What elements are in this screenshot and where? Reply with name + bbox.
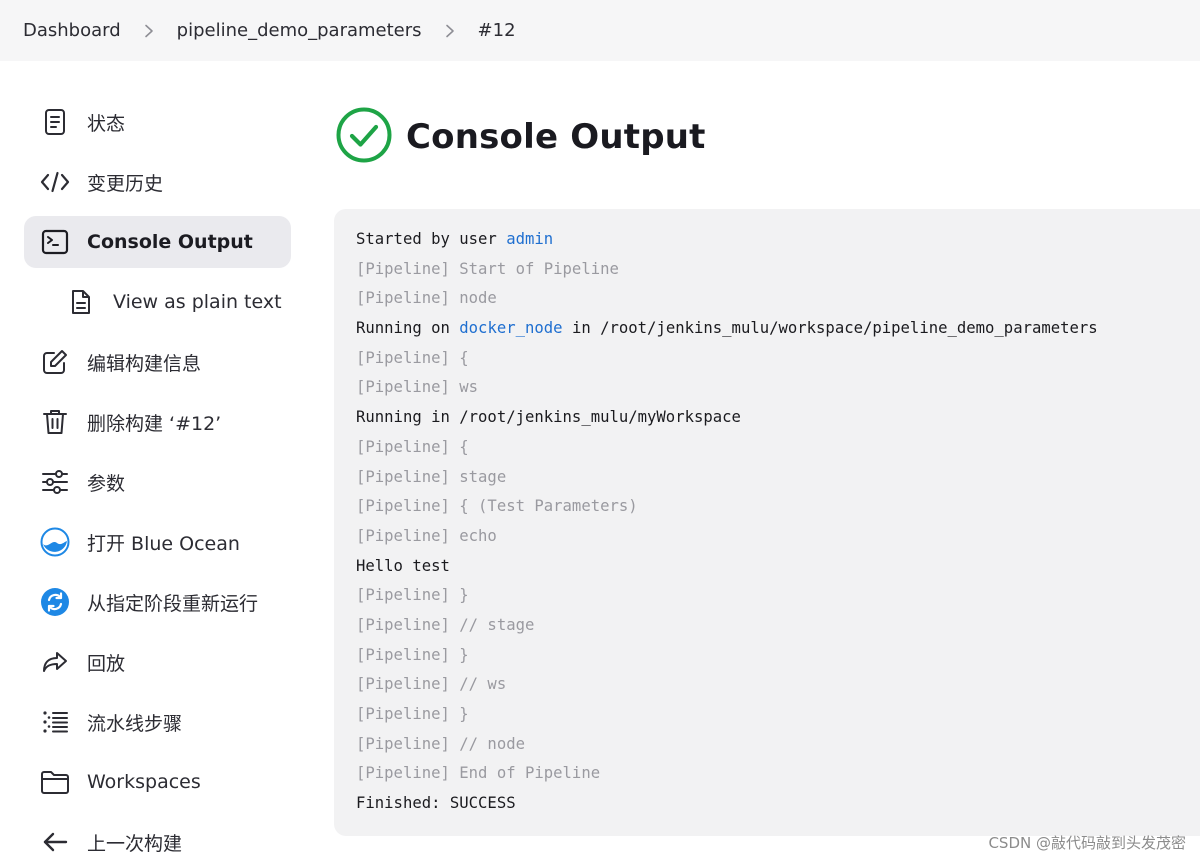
replay-icon [40, 647, 70, 677]
sidebar-item-label: 从指定阶段重新运行 [87, 592, 259, 615]
console-line: [Pipeline] // node [356, 734, 525, 753]
arrow-left-icon [40, 827, 70, 857]
sidebar-item-blue-ocean[interactable]: 打开 Blue Ocean [24, 516, 291, 568]
sidebar-item-label: 编辑构建信息 [87, 352, 202, 375]
sidebar-item-label: 参数 [87, 472, 126, 495]
sidebar-item-parameters[interactable]: 参数 [24, 456, 291, 508]
sidebar-item-previous-build[interactable]: 上一次构建 [24, 816, 291, 868]
sidebar-item-label: 上一次构建 [87, 832, 183, 855]
console-line: [Pipeline] { [356, 437, 469, 456]
console-line: [Pipeline] // ws [356, 675, 507, 694]
sidebar-item-label: 变更历史 [87, 172, 164, 195]
console-line: [Pipeline] { (Test Parameters) [356, 497, 638, 516]
sidebar-item-label: 打开 Blue Ocean [87, 532, 240, 555]
console-line: Finished: SUCCESS [356, 794, 516, 813]
console-line: [Pipeline] echo [356, 526, 497, 545]
sidebar-item-replay[interactable]: 回放 [24, 636, 291, 688]
sidebar-item-label: 流水线步骤 [87, 712, 183, 735]
sidebar-item-view-plain-text[interactable]: View as plain text [24, 276, 291, 328]
user-link[interactable]: admin [506, 230, 553, 248]
chevron-right-icon [143, 24, 155, 38]
console-text: in /root/jenkins_mulu/workspace/pipeline… [562, 319, 1098, 338]
console-text: Started by user [356, 230, 507, 248]
console-line: [Pipeline] } [356, 705, 469, 723]
console-line: [Pipeline] { [356, 348, 469, 367]
sidebar-item-label: View as plain text [113, 291, 282, 313]
sidebar-item-status[interactable]: 状态 [24, 96, 291, 148]
console-line: Running in /root/jenkins_mulu/myWorkspac… [356, 408, 741, 427]
sidebar-item-delete-build[interactable]: 删除构建 ‘#12’ [24, 396, 291, 448]
console-line: Hello test [356, 556, 450, 575]
trash-icon [40, 407, 70, 437]
restart-icon [40, 587, 70, 617]
console-line: [Pipeline] // stage [356, 615, 535, 634]
breadcrumb: Dashboard pipeline_demo_parameters #12 [0, 0, 1200, 61]
node-link[interactable]: docker_node [459, 319, 562, 337]
blue-ocean-icon [40, 527, 70, 557]
sidebar-item-label: 回放 [87, 652, 126, 675]
console-line: [Pipeline] node [356, 289, 497, 308]
code-icon [40, 167, 70, 197]
page-title: Console Output [406, 117, 706, 157]
console-line: [Pipeline] ws [356, 378, 479, 397]
page-heading: Console Output [336, 107, 706, 167]
sidebar-item-label: Workspaces [87, 771, 201, 793]
console-text: Running on [356, 319, 460, 338]
sidebar-item-pipeline-steps[interactable]: 流水线步骤 [24, 696, 291, 748]
terminal-icon [40, 227, 70, 257]
breadcrumb-dashboard[interactable]: Dashboard [23, 20, 121, 41]
file-text-icon [66, 287, 96, 317]
document-icon [40, 107, 70, 137]
chevron-right-icon [444, 24, 456, 38]
console-output: Started by user admin [Pipeline] Start o… [334, 209, 1200, 836]
sidebar-item-edit-build-info[interactable]: 编辑构建信息 [24, 336, 291, 388]
console-line: [Pipeline] stage [356, 467, 507, 486]
sidebar-item-restart-from-stage[interactable]: 从指定阶段重新运行 [24, 576, 291, 628]
console-line: [Pipeline] } [356, 645, 469, 664]
success-check-icon [336, 107, 392, 167]
console-line: Started by user admin [356, 225, 1200, 255]
console-line: [Pipeline] } [356, 586, 469, 605]
sidebar-item-label: Console Output [87, 231, 253, 253]
list-steps-icon [40, 707, 70, 737]
edit-icon [40, 347, 70, 377]
sidebar-item-console-output[interactable]: Console Output [24, 216, 291, 268]
breadcrumb-job[interactable]: pipeline_demo_parameters [177, 20, 422, 41]
breadcrumb-build[interactable]: #12 [478, 20, 516, 41]
sidebar-item-workspaces[interactable]: Workspaces [24, 756, 291, 808]
console-line: Running on docker_node in /root/jenkins_… [356, 314, 1200, 344]
sidebar-item-label: 删除构建 ‘#12’ [87, 412, 222, 435]
console-line: [Pipeline] Start of Pipeline [356, 259, 619, 278]
sidebar-item-changes[interactable]: 变更历史 [24, 156, 291, 208]
console-line: [Pipeline] End of Pipeline [356, 764, 601, 783]
watermark-text: CSDN @敲代码敲到头发茂密 [988, 834, 1186, 852]
sidebar-item-label: 状态 [87, 112, 126, 135]
folder-icon [40, 767, 70, 797]
sliders-icon [40, 467, 70, 497]
